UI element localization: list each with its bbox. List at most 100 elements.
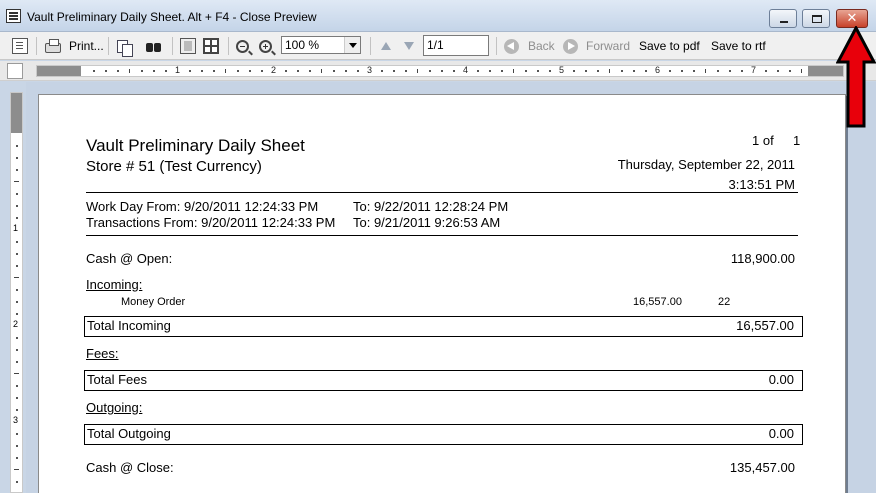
print-label: Print...: [69, 39, 104, 53]
zoom-out-button[interactable]: [236, 36, 249, 56]
chevron-down-icon[interactable]: [344, 37, 360, 53]
previous-page-button[interactable]: [377, 36, 393, 56]
ruler-dot: [16, 145, 18, 147]
preview-viewport[interactable]: Vault Preliminary Daily Sheet Store # 51…: [26, 82, 876, 493]
find-button[interactable]: [145, 36, 161, 56]
toolbar-separator: [496, 37, 497, 55]
cash-open-value: 118,900.00: [730, 251, 795, 266]
ruler-dot: [777, 70, 779, 72]
ruler-dot: [16, 481, 18, 483]
incoming-item-amount: 16,557.00: [633, 296, 682, 308]
multi-page-icon: [203, 38, 219, 54]
ruler-half-tick: [14, 277, 19, 278]
ruler-half-tick: [417, 69, 418, 73]
ruler-dot: [393, 70, 395, 72]
total-fees-label: Total Fees: [87, 372, 147, 387]
ruler-number: 3: [13, 415, 19, 425]
back-button[interactable]: Back: [504, 36, 555, 56]
back-label: Back: [528, 39, 555, 53]
ruler-dot: [16, 361, 18, 363]
print-button[interactable]: Print...: [45, 36, 104, 56]
toggle-sidebar-button[interactable]: [12, 36, 28, 56]
ruler-dot: [16, 301, 18, 303]
ruler-number: 2: [13, 319, 19, 329]
next-page-button[interactable]: [400, 36, 416, 56]
ruler-dot: [93, 70, 95, 72]
ruler-dot: [489, 70, 491, 72]
minimize-button[interactable]: [769, 9, 797, 28]
ruler-dot: [16, 385, 18, 387]
save-to-rtf-button[interactable]: Save to rtf: [711, 36, 766, 56]
ruler-number: 2: [271, 65, 277, 75]
ruler-dot: [16, 205, 18, 207]
left-margin-marker: [37, 66, 81, 76]
ruler-number: 4: [463, 65, 469, 75]
workday-from: Work Day From: 9/20/2011 12:24:33 PM: [86, 199, 319, 214]
maximize-icon: [812, 15, 822, 23]
binoculars-icon: [145, 38, 161, 54]
ruler-dot: [141, 70, 143, 72]
ruler-dot: [16, 433, 18, 435]
ruler-number: 1: [13, 223, 19, 233]
zoom-select[interactable]: 100 %: [281, 36, 361, 54]
zoom-in-button[interactable]: [259, 36, 272, 56]
zoom-in-icon: [259, 39, 272, 53]
toolbar-separator: [36, 37, 37, 55]
forward-label: Forward: [586, 39, 631, 53]
red-arrow-annotation-icon: [836, 26, 876, 128]
ruler-dot: [309, 70, 311, 72]
ruler-half-tick: [321, 69, 322, 73]
cash-close-value: 135,457.00: [729, 460, 795, 475]
zoom-value: 100 %: [285, 38, 320, 52]
ruler-dot: [105, 70, 107, 72]
report-page: Vault Preliminary Daily Sheet Store # 51…: [38, 94, 846, 493]
ruler-number: 7: [751, 65, 757, 75]
ruler-dot: [16, 397, 18, 399]
page-counter-label: 1 of: [752, 133, 774, 148]
ruler-half-tick: [14, 469, 19, 470]
ruler-dot: [16, 289, 18, 291]
ruler-dot: [153, 70, 155, 72]
minimize-icon: [780, 21, 788, 23]
ruler-dot: [765, 70, 767, 72]
workday-to: To: 9/22/2011 12:28:24 PM: [353, 199, 509, 214]
single-page-button[interactable]: [180, 36, 196, 56]
maximize-button[interactable]: [802, 9, 830, 28]
arrow-up-icon: [377, 38, 393, 54]
total-outgoing-box: Total Outgoing 0.00: [84, 424, 803, 445]
ruler-dot: [249, 70, 251, 72]
ruler-dot: [621, 70, 623, 72]
section-divider: [86, 235, 798, 236]
ruler-dot: [741, 70, 743, 72]
report-title: Vault Preliminary Daily Sheet: [86, 136, 305, 155]
ruler-half-tick: [225, 69, 226, 73]
save-to-pdf-button[interactable]: Save to pdf: [639, 36, 700, 56]
ruler-dot: [585, 70, 587, 72]
ruler-dot: [297, 70, 299, 72]
ruler-number: 3: [367, 65, 373, 75]
ruler-dot: [645, 70, 647, 72]
ruler-half-tick: [14, 373, 19, 374]
ruler-dot: [357, 70, 359, 72]
forward-icon: [563, 38, 578, 54]
ruler-dot: [633, 70, 635, 72]
incoming-item-name: Money Order: [121, 296, 186, 308]
ruler-dot: [213, 70, 215, 72]
copy-button[interactable]: [117, 36, 133, 57]
ruler-dot: [525, 70, 527, 72]
ruler-dot: [201, 70, 203, 72]
toolbar-separator: [172, 37, 173, 55]
save-to-rtf-label: Save to rtf: [711, 39, 766, 53]
printer-icon: [45, 39, 61, 53]
ruler-dot: [681, 70, 683, 72]
total-fees-box: Total Fees 0.00: [84, 370, 803, 391]
ruler-dot: [165, 70, 167, 72]
ruler-dot: [237, 70, 239, 72]
report-store: Store # 51 (Test Currency): [86, 158, 262, 175]
forward-button[interactable]: Forward: [563, 36, 630, 56]
app-icon: [6, 9, 21, 23]
report-date: Thursday, September 22, 2011: [617, 157, 795, 172]
sidebar-icon: [12, 38, 28, 54]
multi-page-button[interactable]: [203, 36, 219, 56]
page-number-input[interactable]: 1/1: [423, 35, 489, 56]
